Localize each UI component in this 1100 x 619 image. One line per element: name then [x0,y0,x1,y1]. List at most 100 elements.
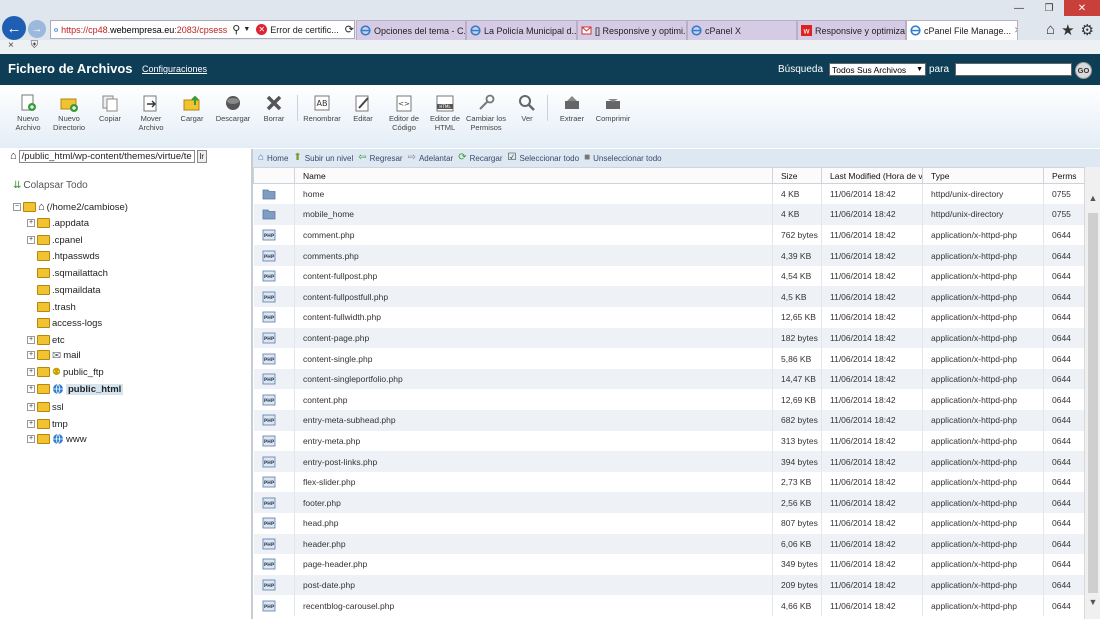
favorites-icon[interactable]: ★ [1061,21,1074,39]
cell-name[interactable]: entry-meta.php [294,430,773,452]
cell-name[interactable]: mobile_home [294,204,773,225]
maximize-icon[interactable]: ❐ [1034,0,1064,16]
column-header[interactable]: Perms [1043,167,1085,184]
cert-error[interactable]: ✕ Error de certific... [256,24,339,35]
column-header[interactable]: Last Modified (Hora de v [821,167,923,184]
compress-button[interactable]: Comprimir [593,93,633,124]
scrollbar[interactable]: ▲ ▼ [1084,167,1100,619]
table-row[interactable]: PHP entry-post-links.php 394 bytes 11/06/20… [253,451,1085,472]
column-header[interactable]: Name [294,167,773,184]
cell-name[interactable]: post-date.php [294,574,773,596]
extract-button[interactable]: Extraer [552,93,592,124]
table-row[interactable]: PHP content.php 12,69 KB 11/06/2014 18:42 ap… [253,389,1085,411]
up-level-button[interactable]: ⬆ Subir un nivel [293,153,353,163]
expand-icon[interactable]: + [27,403,35,411]
tree-item-appdata[interactable]: + .appdata [27,216,89,230]
column-header[interactable]: Type [922,167,1044,184]
download-button[interactable]: Descargar [213,93,253,124]
search-scope-select[interactable]: Todos Sus Archivos ▼ [829,63,926,76]
table-row[interactable]: PHP comments.php 4,39 KB 11/06/2014 18:42 ap… [253,245,1085,266]
view-button[interactable]: Ver [507,93,547,124]
close-tab-icon[interactable]: × [8,40,14,51]
edit-button[interactable]: Editar [343,93,383,124]
expand-icon[interactable]: + [27,420,35,428]
tree-item-ssl[interactable]: + ssl [27,400,64,414]
table-row[interactable]: PHP header.php 6,06 KB 11/06/2014 18:42 appl… [253,533,1085,555]
permissions-button[interactable]: Cambiar los Permisos [466,93,506,132]
tree-item-www[interactable]: + www [27,432,87,446]
shield-icon[interactable]: ⛨ [31,40,39,51]
cell-name[interactable]: comment.php [294,224,773,246]
table-row[interactable]: PHP head.php 807 bytes 11/06/2014 18:42 appl… [253,513,1085,534]
table-row[interactable]: PHP content-single.php 5,86 KB 11/06/2014 1… [253,348,1085,369]
table-row[interactable]: PHP page-header.php 349 bytes 11/06/2014 18… [253,554,1085,575]
forward-button[interactable]: ⇨ Adelantar [408,153,454,163]
html-editor-button[interactable]: HTML Editor de HTML [425,93,465,132]
delete-button[interactable]: Borrar [254,93,294,124]
close-tab-icon[interactable]: ✕ [1014,25,1017,36]
expand-icon[interactable]: + [27,336,35,344]
new-file-button[interactable]: Nuevo Archivo [8,93,48,132]
table-row[interactable]: PHP entry-meta-subhead.php 682 bytes 11/06/… [253,410,1085,431]
table-row[interactable]: PHP flex-slider.php 2,73 KB 11/06/2014 18:4… [253,471,1085,493]
settings-icon[interactable]: ⚙ [1081,21,1094,39]
cell-name[interactable]: flex-slider.php [294,471,773,493]
browser-forward-icon[interactable]: → [28,20,46,38]
cell-name[interactable]: entry-post-links.php [294,451,773,472]
cell-name[interactable]: header.php [294,533,773,555]
scroll-up-icon[interactable]: ▲ [1085,193,1100,207]
copy-button[interactable]: Copiar [90,93,130,124]
tab-3[interactable]: cPanel X [687,20,797,40]
tree-item-sqmaildata[interactable]: .sqmaildata [27,283,101,297]
tree-item-accesslogs[interactable]: access-logs [27,316,102,330]
cell-name[interactable]: comments.php [294,245,773,266]
cell-name[interactable]: content-fullpostfull.php [294,286,773,308]
move-button[interactable]: Mover Archivo [131,93,171,132]
new-folder-button[interactable]: Nuevo Directorio [49,93,89,132]
table-row[interactable]: PHP recentblog-carousel.php 4,66 KB 11/06/2… [253,595,1085,616]
code-editor-button[interactable]: <> Editor de Código [384,93,424,132]
tab-1[interactable]: La Policía Municipal d... [466,20,577,40]
cell-name[interactable]: page-header.php [294,554,773,575]
tree-item-publicftp[interactable]: + ⚉ public_ftp [27,365,104,379]
table-row[interactable]: PHP footer.php 2,56 KB 11/06/2014 18:42 appl… [253,492,1085,513]
tab-0[interactable]: Opciones del tema - C... [356,20,466,40]
table-row[interactable]: PHP comment.php 762 bytes 11/06/2014 18:42 a… [253,224,1085,246]
cell-name[interactable]: content.php [294,389,773,411]
go-button[interactable]: GO [1075,62,1092,79]
cell-name[interactable]: footer.php [294,492,773,513]
expand-icon[interactable]: + [27,219,35,227]
cell-name[interactable]: content-single.php [294,348,773,369]
cell-name[interactable]: head.php [294,513,773,534]
collapse-all-button[interactable]: ⇊ Colapsar Todo [13,180,88,191]
cell-name[interactable]: content-singleportfolio.php [294,368,773,390]
tree-item-sqmailattach[interactable]: .sqmailattach [27,266,108,280]
scrollbar-thumb[interactable] [1088,213,1098,593]
table-row[interactable]: PHP content-fullwidth.php 12,65 KB 11/06/20… [253,307,1085,328]
dropdown-icon[interactable]: ▼ [243,26,250,33]
settings-link[interactable]: Configuraciones [142,64,207,74]
cell-name[interactable]: recentblog-carousel.php [294,595,773,616]
table-row[interactable]: mobile_home 4 KB 11/06/2014 18:42 httpd/uni… [253,204,1085,225]
search-icon[interactable]: ⚲ [232,23,240,36]
address-bar[interactable]: https://cp48. webempresa.eu:2083/cpsess ⚲… [50,20,355,39]
table-row[interactable]: PHP entry-meta.php 313 bytes 11/06/2014 18:… [253,430,1085,452]
go-path-button[interactable]: Ir [196,149,207,163]
path-input[interactable]: /public_html/wp-content/themes/virtue/te [18,149,195,163]
cell-name[interactable]: content-fullwidth.php [294,307,773,328]
tree-item-cpanel[interactable]: + .cpanel [27,233,83,247]
scroll-down-icon[interactable]: ▼ [1085,597,1100,611]
rename-button[interactable]: AB Renombrar [302,93,342,124]
browser-back-icon[interactable]: ← [2,16,26,40]
cell-name[interactable]: content-fullpost.php [294,265,773,287]
select-all-button[interactable]: ☑ Seleccionar todo [508,153,580,163]
tree-item-tmp[interactable]: + tmp [27,417,68,431]
table-row[interactable]: PHP post-date.php 209 bytes 11/06/2014 18:4… [253,574,1085,596]
tab-5[interactable]: cPanel File Manage...✕ [906,20,1018,40]
tree-item-trash[interactable]: .trash [27,300,76,314]
minimize-icon[interactable]: — [1004,0,1034,16]
tree-root[interactable]: − ⌂ (/home2/cambiose) [13,200,128,214]
column-header[interactable] [253,167,295,184]
table-row[interactable]: PHP content-page.php 182 bytes 11/06/2014 1… [253,327,1085,349]
tree-item-mail[interactable]: + ✉ mail [27,348,81,362]
